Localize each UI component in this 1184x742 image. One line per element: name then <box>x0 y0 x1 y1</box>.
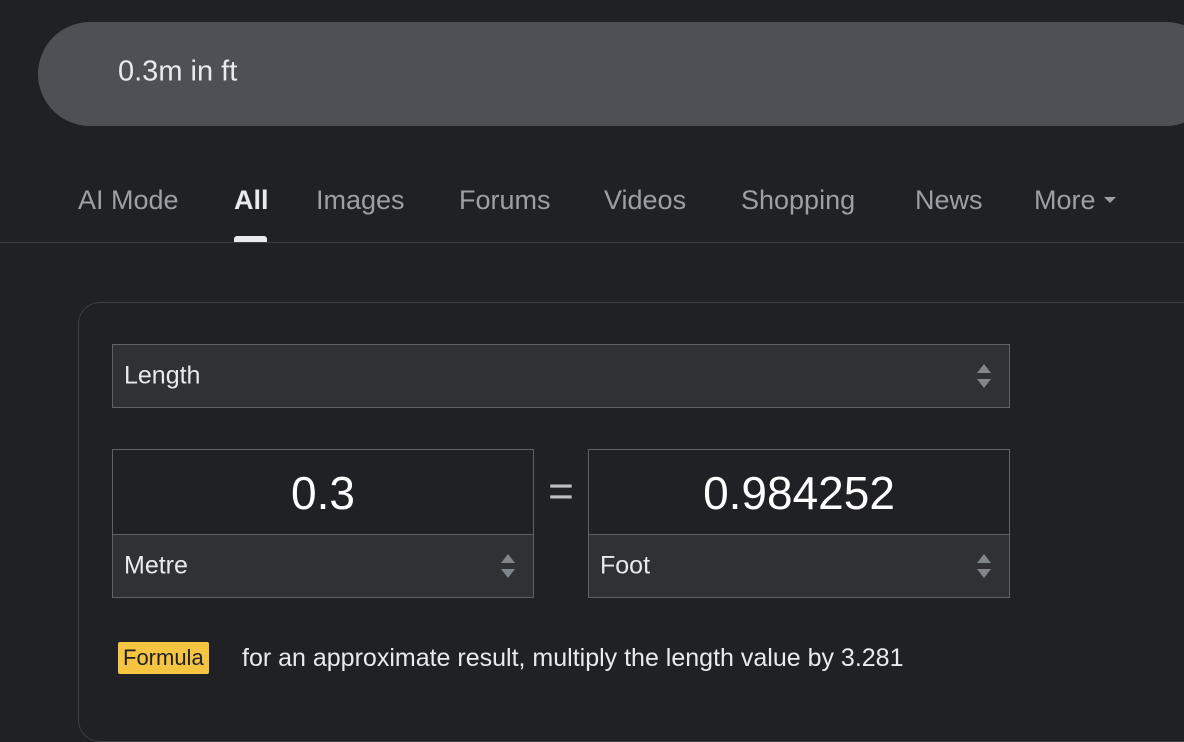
updown-arrows-icon <box>977 554 991 578</box>
tab-more-label: More <box>1034 185 1096 215</box>
tab-shopping[interactable]: Shopping <box>741 172 855 242</box>
search-input[interactable] <box>118 55 1118 89</box>
to-unit-select[interactable]: Foot <box>588 534 1010 598</box>
tab-forums[interactable]: Forums <box>459 172 551 242</box>
from-unit-select[interactable]: Metre <box>112 534 534 598</box>
unit-type-label: Length <box>124 361 201 390</box>
updown-arrows-icon <box>977 364 991 388</box>
tab-ai-mode[interactable]: AI Mode <box>78 172 179 242</box>
unit-type-select[interactable]: Length <box>112 344 1010 408</box>
from-value-input[interactable]: 0.3 <box>112 449 534 537</box>
formula-text: for an approximate result, multiply the … <box>242 644 904 672</box>
tab-more[interactable]: More <box>1034 172 1116 242</box>
from-unit-label: Metre <box>124 551 188 580</box>
formula-badge: Formula <box>118 642 209 674</box>
tab-videos[interactable]: Videos <box>604 172 686 242</box>
updown-arrows-icon <box>501 554 515 578</box>
tab-images[interactable]: Images <box>316 172 405 242</box>
chevron-down-icon <box>1103 196 1116 203</box>
tab-news[interactable]: News <box>915 172 983 242</box>
to-value-input[interactable]: 0.984252 <box>588 449 1010 537</box>
search-bar[interactable] <box>38 22 1184 126</box>
tab-all[interactable]: All <box>234 172 269 242</box>
to-unit-label: Foot <box>600 551 651 580</box>
equals-sign: = <box>548 467 574 516</box>
search-tabs: AI Mode All Images Forums Videos Shoppin… <box>0 172 1184 242</box>
tabs-divider <box>0 242 1184 243</box>
